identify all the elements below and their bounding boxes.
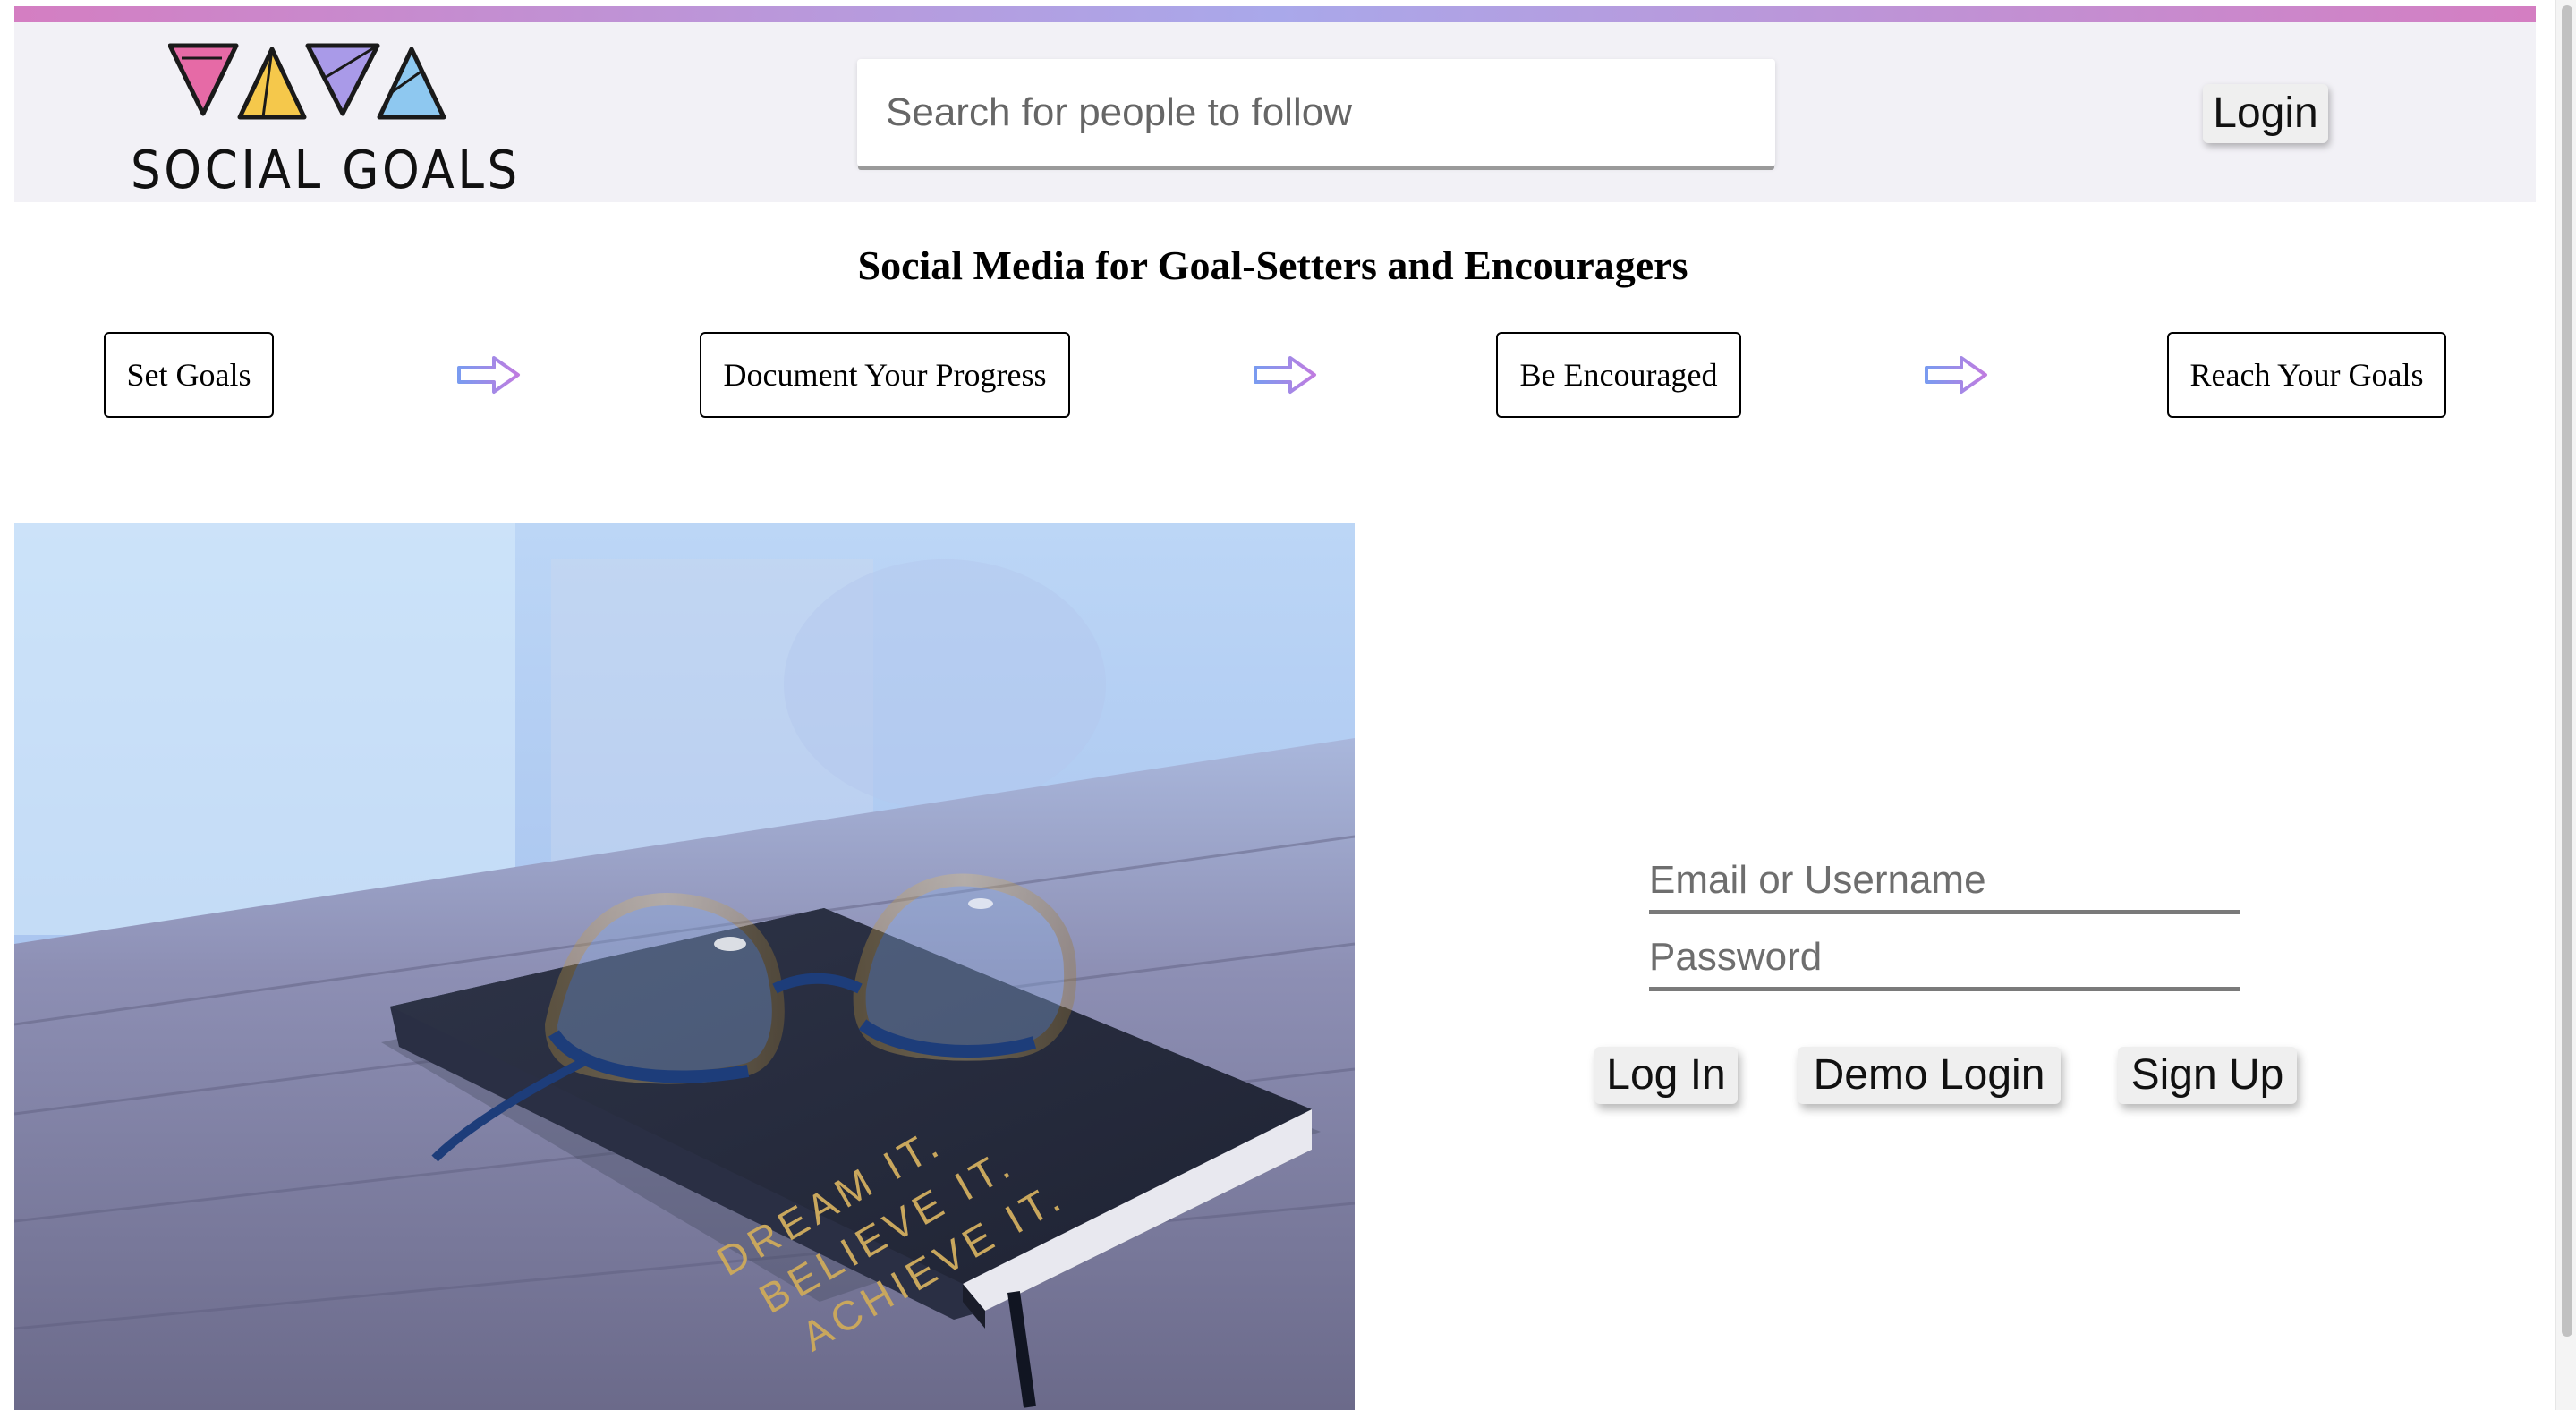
right-arrow-icon <box>1925 356 1987 394</box>
scrollbar-thumb[interactable] <box>2562 5 2572 1337</box>
step-document-progress: Document Your Progress <box>700 332 1070 418</box>
header: SOCIAL GOALS Login <box>14 22 2536 202</box>
step-set-goals: Set Goals <box>104 332 274 418</box>
sign-up-button[interactable]: Sign Up <box>2118 1047 2297 1104</box>
page-headline: Social Media for Goal-Setters and Encour… <box>857 242 1688 288</box>
page-scrollbar[interactable] <box>2555 0 2576 1410</box>
password-input[interactable] <box>1649 927 2240 991</box>
search-input[interactable] <box>857 59 1775 166</box>
step-be-encouraged: Be Encouraged <box>1496 332 1741 418</box>
page: SOCIAL GOALS Login Social Media for Goal… <box>0 0 2576 1410</box>
email-username-input[interactable] <box>1649 850 2240 914</box>
right-arrow-icon <box>457 356 520 394</box>
hero-image: DREAM IT. BELIEVE IT. ACHIEVE IT. <box>14 523 1355 1410</box>
logo[interactable]: SOCIAL GOALS <box>131 42 517 200</box>
step-reach-goals: Reach Your Goals <box>2167 332 2446 418</box>
demo-login-button[interactable]: Demo Login <box>1798 1047 2061 1104</box>
right-arrow-icon <box>1254 356 1316 394</box>
top-accent-bar <box>14 6 2536 22</box>
notebook-glasses-photo: DREAM IT. BELIEVE IT. ACHIEVE IT. <box>14 523 1355 1410</box>
logo-text: SOCIAL GOALS <box>131 139 521 200</box>
logo-triangles-icon <box>168 43 446 120</box>
log-in-button[interactable]: Log In <box>1594 1047 1738 1104</box>
header-login-button[interactable]: Login <box>2203 84 2328 143</box>
